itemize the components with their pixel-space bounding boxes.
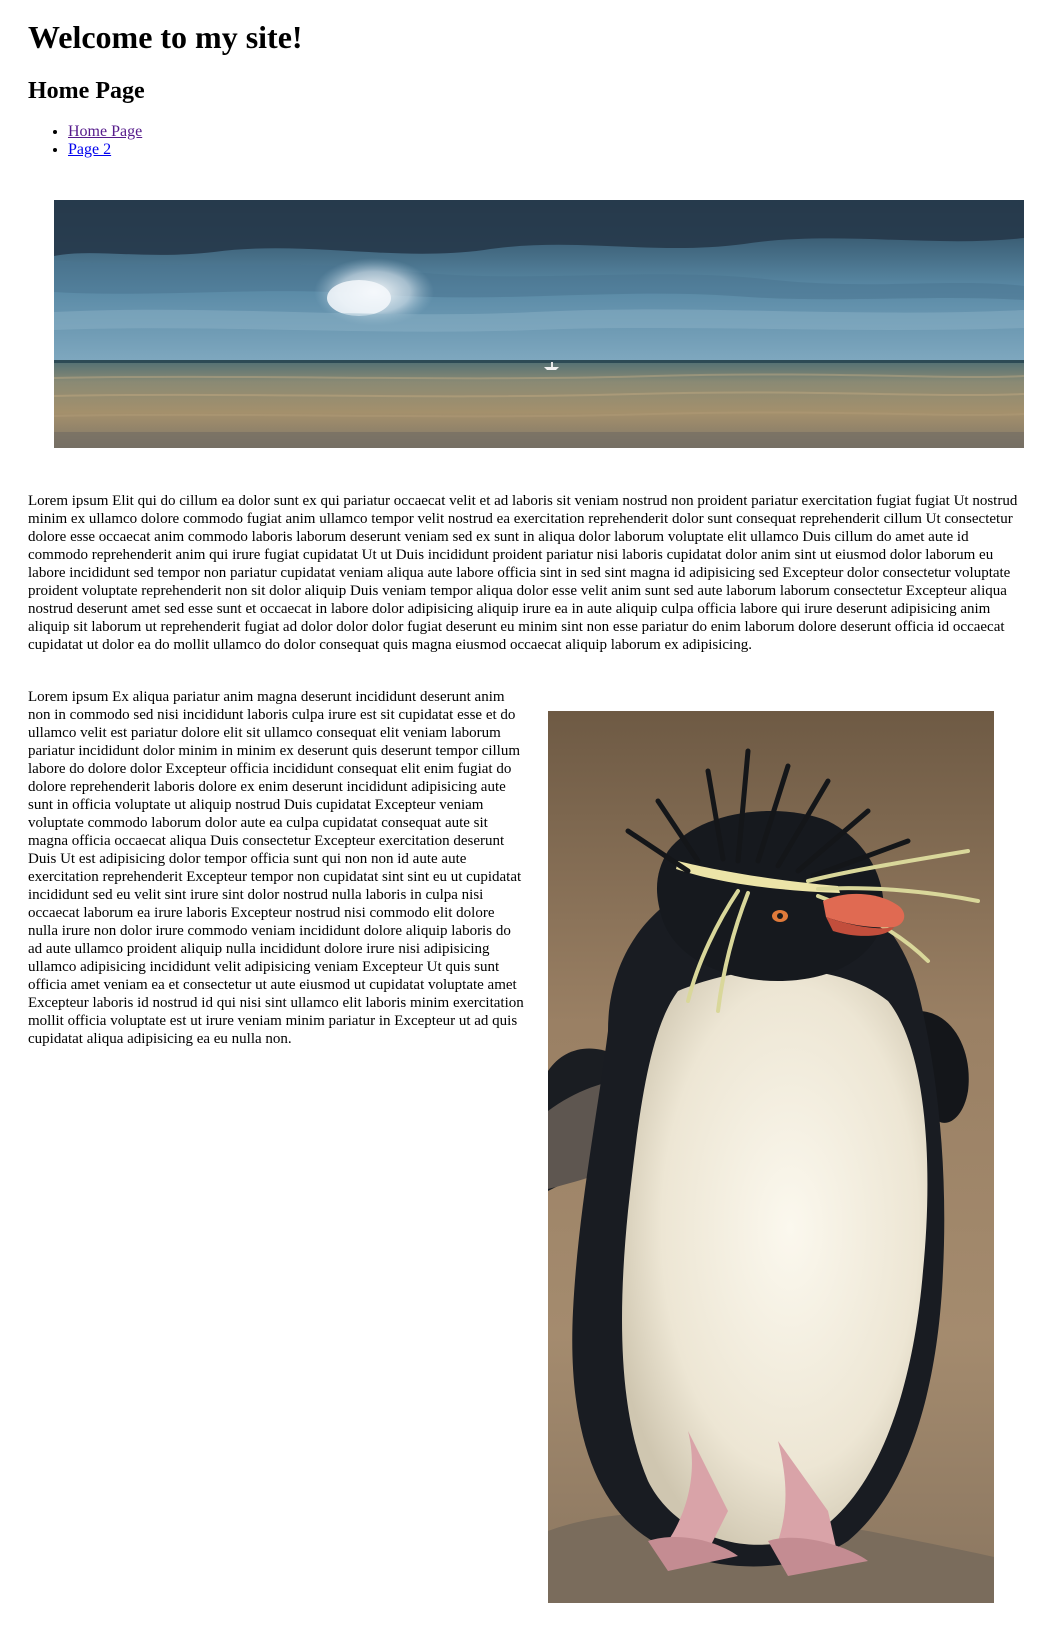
nav-link-page-2[interactable]: Page 2 bbox=[68, 141, 111, 158]
site-title: Welcome to my site! bbox=[28, 19, 303, 55]
banner-image bbox=[54, 200, 1024, 448]
nav-item-page-2: Page 2 bbox=[68, 141, 142, 159]
nav-list: Home Page Page 2 bbox=[28, 123, 142, 159]
penguin-image bbox=[548, 711, 994, 1603]
nav-link-home[interactable]: Home Page bbox=[68, 123, 142, 140]
page-heading: Home Page bbox=[28, 78, 145, 104]
intro-paragraph: Lorem ipsum Elit qui do cillum ea dolor … bbox=[28, 493, 1018, 653]
second-paragraph: Lorem ipsum Ex aliqua pariatur anim magn… bbox=[28, 689, 524, 1047]
nav-item-home: Home Page bbox=[68, 123, 142, 141]
